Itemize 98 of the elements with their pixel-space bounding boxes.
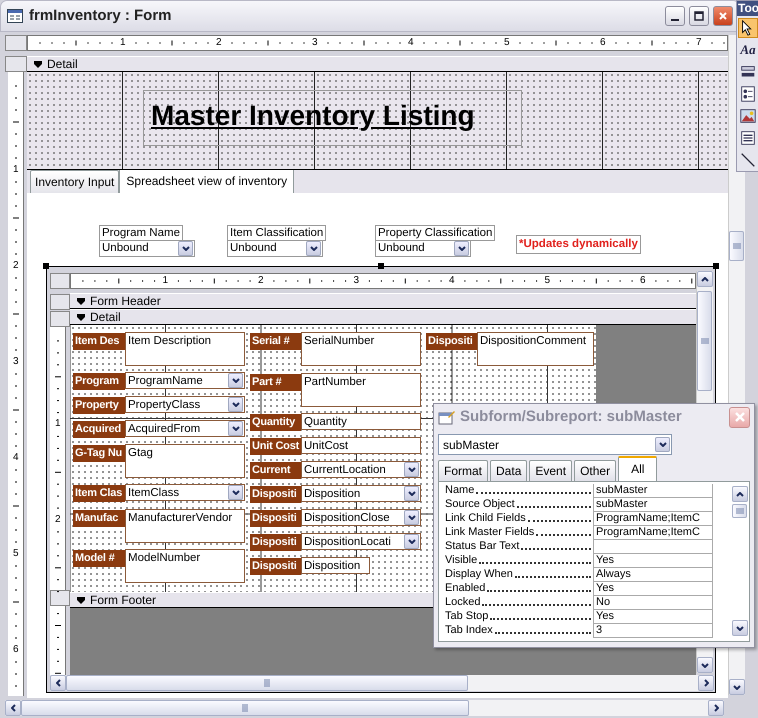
ruler-number: 7	[696, 38, 702, 48]
section-bar[interactable]: Form Header	[70, 293, 696, 309]
combo-box[interactable]: AcquiredFrom	[125, 420, 245, 437]
ruler-number: 1	[13, 165, 19, 175]
property-name: Status Bar Text	[445, 540, 520, 553]
ruler-number: 3	[354, 276, 360, 286]
ruler-number: 4	[408, 38, 414, 48]
text-box[interactable]: Gtag	[125, 444, 245, 478]
property-value[interactable]: Yes	[593, 554, 713, 568]
combo-box[interactable]: ProgramName	[125, 372, 245, 389]
property-sheet-title: Subform/Subreport: subMaster	[460, 406, 682, 427]
ruler-number: 3	[13, 357, 19, 367]
field-label: Dispositi	[250, 534, 301, 551]
field-label: Quantity	[250, 414, 301, 431]
ruler-number: 6	[600, 38, 606, 48]
field-label: Part #	[250, 374, 301, 391]
object-combo-box[interactable]: subMaster	[438, 434, 672, 455]
property-value[interactable]: Always	[593, 568, 713, 582]
property-name: Visible	[445, 554, 478, 567]
tab[interactable]: Format	[438, 460, 488, 481]
field-label: G-Tag Nu	[73, 445, 125, 462]
ruler-number: 2	[13, 261, 19, 271]
field-label: Dispositi	[250, 558, 301, 575]
label-tool[interactable]: Aa	[738, 40, 758, 60]
field-label: Property	[73, 397, 125, 414]
text-box[interactable]: Disposition	[301, 557, 370, 574]
ruler-number: 4	[13, 453, 19, 463]
property-name: Tab Index	[445, 624, 493, 637]
text-box[interactable]: Quantity	[301, 413, 421, 430]
property-value[interactable]: subMaster	[593, 484, 713, 498]
ruler-number: 4	[449, 276, 455, 286]
field-label: Item Classification	[227, 225, 326, 241]
text-box[interactable]: UnitCost	[301, 437, 421, 454]
ruler-number: 5	[544, 276, 550, 286]
property-value[interactable]: 3	[593, 624, 713, 638]
property-name: Name	[445, 484, 474, 497]
combo-box[interactable]: PropertyClass	[125, 396, 245, 413]
property-name: Source Object	[445, 498, 515, 511]
field-label: Acquired	[73, 421, 125, 438]
field-label: Program Name	[99, 225, 183, 241]
property-value[interactable]: Yes	[593, 610, 713, 624]
tab[interactable]: Inventory Input	[30, 170, 120, 193]
ruler-number: 2	[216, 38, 222, 48]
text-box[interactable]: DispositionComment	[477, 332, 594, 366]
combo-box[interactable]: ItemClass	[125, 484, 245, 501]
tab[interactable]: Event	[529, 460, 572, 481]
field-label: Unit Cost	[250, 438, 301, 455]
field-label: Item Des	[73, 333, 125, 350]
combo-box[interactable]: CurrentLocation	[301, 461, 421, 478]
field-label: Dispositi	[426, 333, 477, 350]
combo-box[interactable]: Unbound	[99, 240, 195, 257]
field-label: Dispositi	[250, 486, 301, 503]
field-label: Serial #	[250, 333, 301, 350]
field-label: Dispositi	[250, 510, 301, 527]
ruler-number: 6	[13, 645, 19, 655]
property-value[interactable]: ProgramName;ItemC	[593, 512, 713, 526]
field-label: Property Classification	[375, 225, 496, 241]
field-label: Program	[73, 373, 125, 390]
property-name: Tab Stop	[445, 610, 488, 623]
section-bar[interactable]: Detail	[70, 309, 696, 325]
field-label: Item Clas	[73, 485, 125, 502]
text-box[interactable]: ManufacturerVendor	[125, 509, 245, 543]
ruler-number: 2	[258, 276, 264, 286]
property-name: Display When	[445, 568, 513, 581]
ruler-number: 1	[120, 38, 126, 48]
section-bar[interactable]: Detail	[27, 56, 728, 72]
note-label: *Updates dynamically	[516, 235, 641, 254]
ruler-number: 1	[162, 276, 168, 286]
tab[interactable]: Other	[574, 460, 616, 481]
field-label: Model #	[73, 550, 125, 567]
field-label: Current	[250, 462, 301, 479]
window-title: frmInventory : Form	[29, 6, 172, 26]
property-name: Locked	[445, 596, 480, 609]
text-box[interactable]: PartNumber	[301, 373, 421, 407]
ruler-number: 3	[312, 38, 318, 48]
text-box[interactable]: ModelNumber	[125, 549, 245, 583]
combo-box[interactable]: DispositionLocati	[301, 533, 421, 550]
ruler-number: 5	[13, 549, 19, 559]
combo-box[interactable]: DispositionClose	[301, 509, 421, 526]
text-box[interactable]: SerialNumber	[301, 332, 421, 366]
field-label: Manufac	[73, 510, 125, 527]
property-value[interactable]: Yes	[593, 582, 713, 596]
property-name: Link Child Fields	[445, 512, 526, 525]
ruler-number: 1	[55, 419, 61, 430]
text-box[interactable]: Item Description	[125, 332, 245, 366]
ruler-number: 5	[504, 38, 510, 48]
property-value[interactable]: No	[593, 596, 713, 610]
property-name: Enabled	[445, 582, 486, 595]
tab[interactable]: Data	[490, 460, 528, 481]
combo-box[interactable]: Unbound	[227, 240, 323, 257]
combo-box[interactable]: Disposition	[301, 485, 421, 502]
ruler-number: 6	[640, 276, 646, 286]
property-value[interactable]: ProgramName;ItemC	[593, 526, 713, 540]
tab[interactable]: All	[618, 456, 658, 481]
property-name: Link Master Fields	[445, 526, 534, 539]
property-value[interactable]: subMaster	[593, 498, 713, 512]
combo-box[interactable]: Unbound	[375, 240, 471, 257]
ruler-number: 2	[55, 514, 61, 525]
